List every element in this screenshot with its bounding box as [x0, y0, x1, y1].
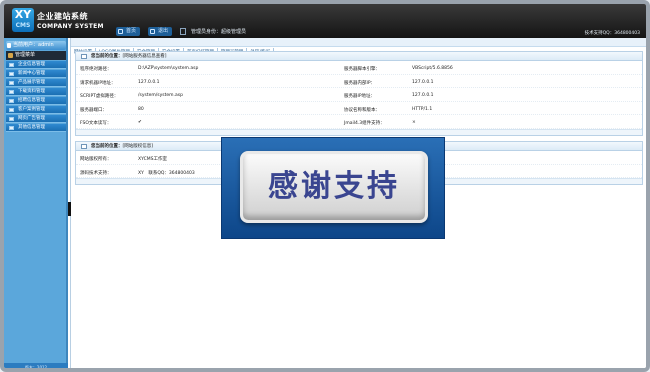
admin-identity: 管理员身份：超级管理员: [191, 29, 247, 35]
sidebar-item-ads[interactable]: 网页广告管理: [6, 115, 66, 123]
user-icon: [7, 43, 11, 48]
folder-icon: [9, 117, 14, 121]
panel-header: 您当前的位置：[网站服务器信息查看]: [76, 52, 642, 61]
thanks-banner: 感谢支持: [221, 137, 445, 239]
support-info: 技术支持QQ：364800403: [584, 31, 640, 36]
info-row: FSO文本读写： ✔ Jmail4.3组件支持： ×: [76, 115, 642, 129]
sidebar-item-company-info[interactable]: 企业信息管理: [6, 61, 66, 69]
user-icon: [180, 28, 186, 35]
info-row: 程序绝对路径： D:\AZP\system\system.asp 服务器脚本引擎： V…: [76, 61, 642, 75]
exit-icon: [150, 29, 155, 34]
thanks-button-graphic: 感谢支持: [240, 151, 428, 223]
logo-icon: XY CMS: [12, 8, 34, 32]
splitter-handle[interactable]: [68, 202, 71, 216]
window-icon: [81, 144, 87, 149]
info-row: 请求机器IP地址： 127.0.0.1 服务器内部IP： 127.0.0.1: [76, 75, 642, 88]
top-tabs: 网站设置LOGO图片管理安全管理安全设置首页幻灯管理管理员管理外链/购买: [71, 38, 646, 57]
sidebar-item-other[interactable]: 其他信息管理: [6, 124, 66, 132]
sidebar-item-downloads[interactable]: 下载资料管理: [6, 88, 66, 96]
folder-icon: [9, 108, 14, 112]
sidebar-menu: 企业信息管理 新闻中心管理 产品展示管理 下载资料管理 招聘信息管理 客户案例管…: [6, 61, 66, 133]
sidebar: 当前用户：admin 管理菜单 企业信息管理 新闻中心管理 产品展示管理 下载资…: [4, 38, 68, 368]
folder-icon: [9, 63, 14, 67]
app-window: XY CMS 企业建站系统 COMPANY SYSTEM 首页 退出 管理员身份：…: [0, 0, 650, 372]
folder-icon: [9, 126, 14, 130]
menu-icon: [8, 53, 13, 58]
sidebar-item-news[interactable]: 新闻中心管理: [6, 70, 66, 78]
sidebar-item-products[interactable]: 产品展示管理: [6, 79, 66, 87]
sidebar-item-cases[interactable]: 客户案例管理: [6, 106, 66, 114]
brand-english: COMPANY SYSTEM: [37, 23, 104, 30]
folder-icon: [9, 81, 14, 85]
info-row: 服务器端口： 80 协议名称和版本： HTTP/1.1: [76, 102, 642, 115]
home-button[interactable]: 首页: [116, 27, 141, 36]
thanks-text: 感谢支持: [268, 169, 400, 204]
sidebar-footer: 版本：2012: [4, 363, 68, 368]
logout-button[interactable]: 退出: [148, 27, 173, 36]
info-row: SCRIPT虚拟路径：/system/system.asp 服务器IP地址： 127…: [76, 88, 642, 102]
folder-icon: [9, 99, 14, 103]
top-header: XY CMS 企业建站系统 COMPANY SYSTEM 首页 退出 管理员身份：…: [4, 4, 646, 38]
sidebar-item-jobs[interactable]: 招聘信息管理: [6, 97, 66, 105]
server-info-panel: 您当前的位置：[网站服务器信息查看] 程序绝对路径： D:\AZP\system\…: [75, 51, 643, 136]
panel-footer: [76, 128, 642, 135]
brand-name: 企业建站系统: [37, 12, 88, 21]
menu-title: 管理菜单: [6, 51, 66, 60]
folder-icon: [9, 72, 14, 76]
folder-icon: [9, 90, 14, 94]
current-user: 当前用户：admin: [6, 41, 66, 50]
window-icon: [81, 54, 87, 59]
home-icon: [118, 29, 123, 34]
